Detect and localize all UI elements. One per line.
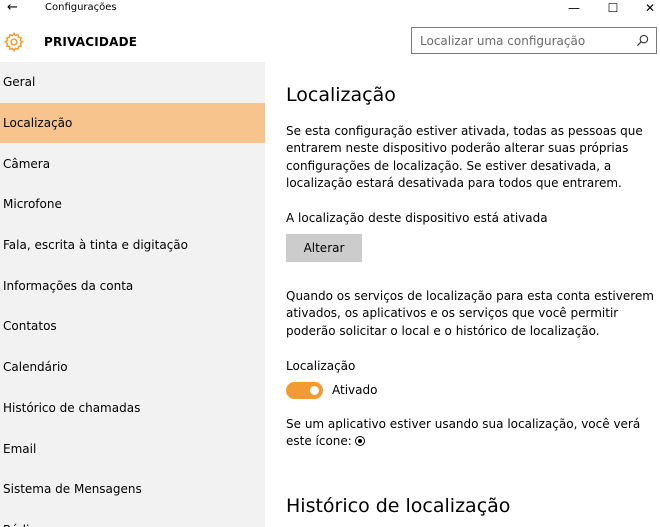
toggle-knob bbox=[310, 386, 319, 395]
sidebar-item-email[interactable]: Email bbox=[0, 428, 265, 469]
location-toggle-state: Ativado bbox=[332, 383, 378, 397]
sidebar-item-radios[interactable]: Rádios bbox=[0, 510, 265, 527]
sidebar: Geral Localização Câmera Microfone Fala,… bbox=[0, 62, 265, 527]
page-title: Localização bbox=[286, 84, 396, 106]
sidebar-item-mensagens[interactable]: Sistema de Mensagens bbox=[0, 469, 265, 510]
location-description: Se esta configuração estiver ativada, to… bbox=[286, 124, 643, 191]
title-bar: ← Configurações — ☐ ✕ bbox=[0, 0, 660, 18]
sidebar-item-geral[interactable]: Geral bbox=[0, 62, 265, 103]
location-icon-note: Se um aplicativo estiver usando sua loca… bbox=[286, 416, 656, 451]
sidebar-item-informacoes-conta[interactable]: Informações da conta bbox=[0, 265, 265, 306]
sidebar-item-fala[interactable]: Fala, escrita à tinta e digitação bbox=[0, 225, 265, 266]
close-icon[interactable]: ✕ bbox=[635, 0, 660, 16]
section-title: PRIVACIDADE bbox=[44, 35, 138, 49]
app-title: Configurações bbox=[45, 2, 117, 13]
sidebar-item-camera[interactable]: Câmera bbox=[0, 143, 265, 184]
main-content: Localização Se esta configuração estiver… bbox=[265, 62, 660, 527]
sidebar-item-localizacao[interactable]: Localização bbox=[0, 102, 265, 144]
services-description: Quando os serviços de localização para e… bbox=[286, 289, 654, 338]
location-toggle-label: Localização bbox=[286, 359, 356, 373]
device-location-status: A localização deste dispositivo está ati… bbox=[286, 211, 548, 225]
maximize-icon[interactable]: ☐ bbox=[598, 0, 628, 16]
location-in-use-icon bbox=[354, 436, 365, 447]
icon-note-text: Se um aplicativo estiver usando sua loca… bbox=[286, 417, 641, 449]
sidebar-item-microfone[interactable]: Microfone bbox=[0, 184, 265, 225]
sidebar-item-calendario[interactable]: Calendário bbox=[0, 347, 265, 388]
search-input[interactable] bbox=[420, 31, 630, 51]
sidebar-item-historico-chamadas[interactable]: Histórico de chamadas bbox=[0, 388, 265, 429]
minimize-icon[interactable]: — bbox=[559, 0, 589, 16]
page-header: PRIVACIDADE bbox=[0, 18, 660, 62]
gear-icon bbox=[3, 31, 24, 53]
search-icon[interactable] bbox=[636, 34, 649, 47]
back-arrow-icon[interactable]: ← bbox=[7, 0, 25, 16]
change-button[interactable]: Alterar bbox=[286, 234, 362, 262]
search-box[interactable] bbox=[411, 27, 657, 54]
history-title: Histórico de localização bbox=[286, 495, 511, 517]
location-toggle[interactable] bbox=[286, 382, 323, 399]
sidebar-item-contatos[interactable]: Contatos bbox=[0, 306, 265, 347]
